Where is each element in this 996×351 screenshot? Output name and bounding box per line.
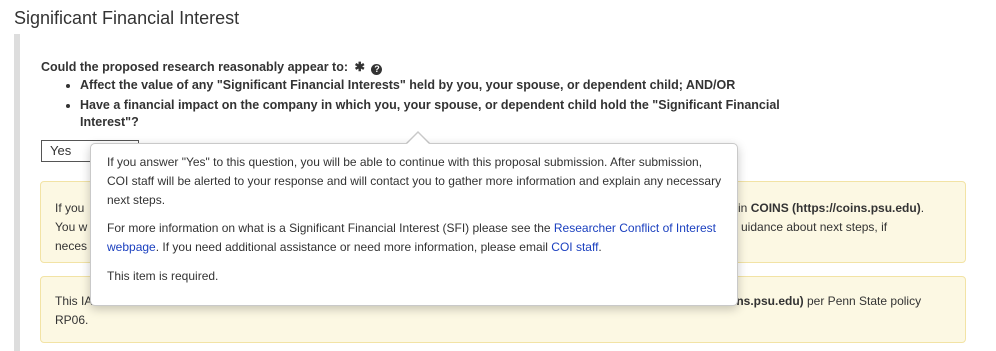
alert-text: This IA (55, 294, 93, 308)
question-text: Could the proposed research reasonably a… (41, 60, 349, 74)
question-circle-icon[interactable]: ? (371, 64, 383, 75)
alert-text: ins.psu.edu) per Penn State policy (733, 294, 922, 308)
tooltip-paragraph: If you answer "Yes" to this question, yo… (107, 155, 722, 207)
coins-link[interactable]: ins.psu.edu) (733, 294, 804, 308)
question-bullet-list: Affect the value of any "Significant Fin… (62, 77, 790, 134)
alert-text: If you (55, 201, 85, 215)
tooltip-arrow-fill (407, 133, 429, 144)
coins-link[interactable]: COINS (https://coins.psu.edu) (751, 201, 921, 215)
section-title: Significant Financial Interest (14, 8, 240, 28)
asterisk-icon: ✱ (354, 60, 365, 74)
list-item: Have a financial impact on the company i… (80, 97, 790, 131)
tooltip-paragraph: This item is required. (107, 269, 219, 283)
alert-text: uidance about next steps, if (741, 220, 888, 234)
question-label: Could the proposed research reasonably a… (41, 59, 383, 75)
help-tooltip: If you answer "Yes" to this question, yo… (90, 143, 738, 306)
alert-text: RP06. (55, 313, 89, 327)
list-item: Affect the value of any "Significant Fin… (80, 77, 790, 94)
alert-text: l in COINS (https://coins.psu.edu). (732, 201, 925, 215)
alert-text: You w (55, 220, 88, 234)
section-left-border (14, 34, 20, 351)
tooltip-paragraph: For more information on what is a Signif… (107, 221, 716, 254)
coi-staff-email-link[interactable]: COI staff (551, 240, 598, 254)
alert-text: neces (55, 239, 88, 253)
